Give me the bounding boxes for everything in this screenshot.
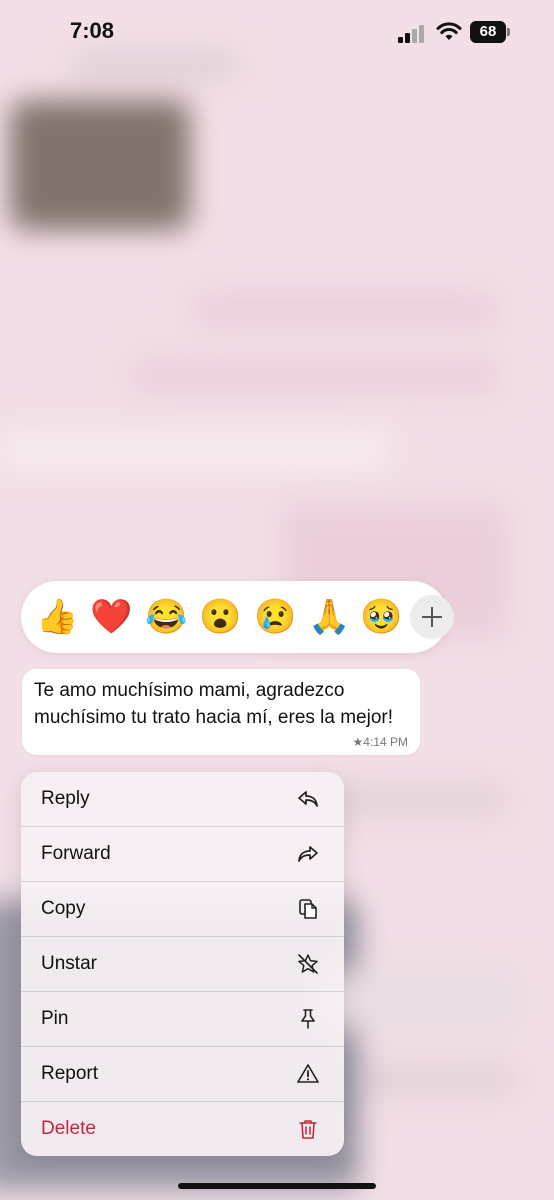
status-bar: 7:08 68 xyxy=(0,0,554,64)
surprised-face-emoji[interactable]: 😮 xyxy=(199,596,241,638)
warning-icon xyxy=(297,1064,319,1083)
menu-item-copy[interactable]: Copy xyxy=(21,882,344,937)
holding-back-tears-emoji[interactable]: 🥹 xyxy=(360,596,402,638)
menu-item-report[interactable]: Report xyxy=(21,1047,344,1102)
message-time: 4:14 PM xyxy=(363,735,408,749)
menu-item-pin[interactable]: Pin xyxy=(21,992,344,1047)
crying-face-emoji[interactable]: 😢 xyxy=(254,596,296,638)
tears-of-joy-emoji[interactable]: 😂 xyxy=(145,596,187,638)
red-heart-emoji[interactable]: ❤️ xyxy=(90,596,132,638)
cellular-signal-icon xyxy=(398,25,424,43)
menu-item-forward[interactable]: Forward xyxy=(21,827,344,882)
menu-item-label: Report xyxy=(41,1063,99,1084)
battery-level: 68 xyxy=(479,23,497,40)
menu-item-delete[interactable]: Delete xyxy=(21,1102,344,1156)
menu-item-label: Reply xyxy=(41,788,90,809)
menu-item-label: Copy xyxy=(41,898,86,919)
message-meta: ★4:14 PM xyxy=(353,735,408,749)
thumbs-up-emoji[interactable]: 👍 xyxy=(36,596,78,638)
menu-item-label: Delete xyxy=(41,1118,96,1139)
forward-icon xyxy=(298,846,318,862)
message-context-menu: Reply Forward Copy Unstar Pin Report Del… xyxy=(21,772,344,1156)
more-reactions-button[interactable] xyxy=(410,595,454,639)
menu-item-unstar[interactable]: Unstar xyxy=(21,937,344,992)
copy-icon xyxy=(299,899,317,919)
starred-icon: ★ xyxy=(352,735,364,749)
menu-item-label: Unstar xyxy=(41,953,97,974)
pin-icon xyxy=(301,1009,315,1029)
reaction-bar: 👍 ❤️ 😂 😮 😢 🙏 🥹 xyxy=(21,581,454,653)
menu-item-label: Pin xyxy=(41,1008,69,1029)
message-text: Te amo muchísimo mami, agradezco muchísi… xyxy=(34,680,394,728)
folded-hands-emoji[interactable]: 🙏 xyxy=(308,596,350,638)
menu-item-reply[interactable]: Reply xyxy=(21,772,344,827)
battery-icon: 68 xyxy=(470,21,512,43)
wifi-icon xyxy=(436,22,462,40)
unstar-icon xyxy=(298,954,318,974)
message-bubble[interactable]: Te amo muchísimo mami, agradezco muchísi… xyxy=(22,669,420,755)
menu-item-label: Forward xyxy=(41,843,111,864)
trash-icon xyxy=(299,1120,317,1139)
status-time: 7:08 xyxy=(70,18,115,43)
home-indicator[interactable] xyxy=(178,1183,376,1189)
reply-icon xyxy=(298,791,318,807)
